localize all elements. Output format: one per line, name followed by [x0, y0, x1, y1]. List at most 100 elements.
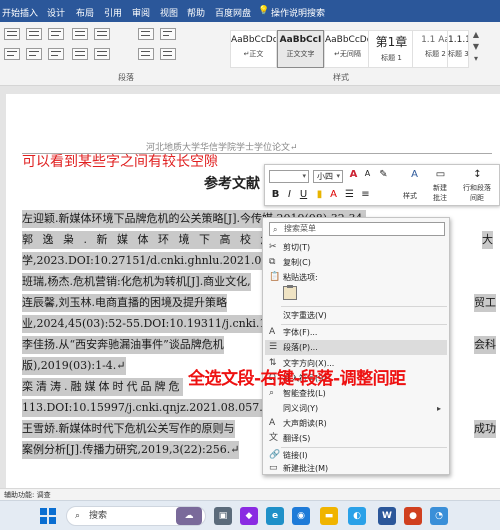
menu-item-read-aloud[interactable]: A 大声朗读(R) — [265, 416, 447, 431]
reference-line[interactable]: 案例分析[J].传播力研究,2019,3(22):256.↵ — [22, 441, 240, 459]
chevron-down-icon[interactable]: ▼ — [470, 42, 482, 54]
style-no-spacing[interactable]: AaBbCcDd ↵无间隔 — [324, 30, 371, 68]
align-left-icon[interactable] — [4, 48, 20, 60]
line-spacing-icon[interactable] — [94, 48, 110, 60]
store-app-icon[interactable]: ◆ — [240, 507, 258, 525]
align-center-icon[interactable] — [26, 48, 42, 60]
menu-item-paragraph[interactable]: ☰ 段落(P)... — [265, 340, 447, 355]
bullets-icon[interactable]: ☰ — [343, 189, 356, 200]
reference-line[interactable]: 学,2023.DOI:10.27151/d.cnki.ghnlu.2021.00… — [22, 252, 300, 270]
taskbar: ⌕ 搜索 ☁ ▣ ◆ e ◉ ▬ ◐ W ● ◔ — [0, 500, 500, 530]
menu-item-font[interactable]: A 字体(F)... — [265, 325, 447, 340]
gallery-more-icon[interactable]: ▾ — [470, 54, 482, 66]
ribbon: 段落 AaBbCcDd ↵正文 AaBbCcI 正文文字 AaBbCcDd ↵无… — [0, 22, 500, 86]
widget-icon[interactable]: ☁ — [176, 507, 202, 525]
scissors-icon: ✂ — [269, 242, 277, 252]
show-marks-icon[interactable] — [160, 28, 176, 40]
annotation-top: 可以看到某些字之间有较长空隙 — [22, 154, 218, 170]
edge-browser-icon[interactable]: e — [266, 507, 284, 525]
borders-icon[interactable] — [160, 48, 176, 60]
shrink-font-icon[interactable]: A — [361, 169, 374, 178]
new-comment-icon[interactable]: ▭ — [434, 169, 447, 180]
reference-line[interactable]: 班瑞,杨杰.危机营销:化危机为转机[J].商业文化, — [22, 273, 251, 291]
multilevel-list-icon[interactable] — [48, 28, 64, 40]
style-sample: AaBbCcDd — [325, 35, 370, 45]
accessibility-status[interactable]: 辅助功能: 调查 — [4, 490, 51, 500]
highlight-icon[interactable]: ▮ — [313, 189, 326, 200]
line-spacing-caption: 行和段落 间距 — [463, 184, 491, 202]
style-name: 标题 1 — [381, 54, 402, 62]
pinned-app-2-icon[interactable]: ◔ — [430, 507, 448, 525]
tab-review[interactable]: 审阅 — [132, 6, 150, 19]
annotation-bottom: 全选文段-右键-段落-调整间距 — [188, 369, 406, 389]
reference-line[interactable]: 业,2024,45(03):52-55.DOI:10.19311/j.cnki.… — [22, 315, 292, 333]
tab-help[interactable]: 帮助 — [187, 6, 205, 19]
align-right-icon[interactable] — [48, 48, 64, 60]
styles-icon[interactable]: A — [408, 169, 421, 180]
task-view-icon[interactable]: ▣ — [214, 507, 232, 525]
font-icon: A — [269, 327, 276, 337]
context-menu-search-input[interactable]: ⌕ 搜索菜单 — [269, 222, 445, 236]
reference-line[interactable]: 113.DOI:10.15997/j.cnki.qnjz.2021.08.057… — [22, 399, 272, 417]
mini-toolbar: ▾ 小四 ▾ A A ✎ B I U ▮ A ☰ ≡ A 样式 ▭ 新建 批注 ↕… — [264, 164, 500, 206]
reference-line[interactable]: 版),2019(03):1-4.↵ — [22, 357, 126, 375]
bullets-icon[interactable] — [4, 28, 20, 40]
paragraph-group-label: 段落 — [118, 73, 134, 82]
style-heading-1[interactable]: 第1章 标题 1 — [368, 30, 415, 68]
menu-item-copy[interactable]: ⧉ 复制(C) — [265, 255, 447, 270]
style-normal[interactable]: AaBbCcDd ↵正文 — [230, 30, 277, 68]
file-explorer-icon[interactable]: ▬ — [320, 507, 338, 525]
reference-line[interactable]: 王雪娇.新媒体时代下危机公关写作的原则与 — [22, 420, 235, 438]
tab-design[interactable]: 设计 — [47, 6, 65, 19]
menu-separator — [281, 306, 447, 307]
tab-layout[interactable]: 布局 — [76, 6, 94, 19]
chat-app-icon[interactable]: ◐ — [348, 507, 366, 525]
font-color-icon[interactable]: A — [327, 189, 340, 200]
decrease-indent-icon[interactable] — [72, 28, 88, 40]
styles-caption: 样式 — [403, 192, 417, 200]
numbering-icon[interactable]: ≡ — [359, 189, 372, 200]
menu-item-reconversion[interactable]: 汉字重选(V) — [265, 308, 447, 323]
reference-title: 参考文献 — [204, 176, 260, 192]
reference-line[interactable]: 连辰馨,刘玉林.电商直播的困境及提升策略 — [22, 294, 227, 312]
numbering-icon[interactable] — [26, 28, 42, 40]
justify-icon[interactable] — [72, 48, 88, 60]
messaging-app-icon[interactable]: ◉ — [292, 507, 310, 525]
style-body-text[interactable]: AaBbCcI 正文文字 — [277, 30, 324, 68]
word-app-icon[interactable]: W — [378, 507, 396, 525]
tab-home[interactable]: 开始 — [2, 6, 20, 19]
reference-line[interactable]: 栾清涛.融媒体时代品牌危 — [22, 378, 183, 396]
grow-font-icon[interactable]: A — [347, 169, 360, 180]
taskbar-search-placeholder: 搜索 — [89, 511, 108, 521]
tab-view[interactable]: 视图 — [160, 6, 178, 19]
windows-start-icon[interactable] — [40, 508, 56, 524]
chevron-up-icon[interactable]: ▲ — [470, 30, 482, 42]
bold-button[interactable]: B — [269, 189, 282, 200]
ribbon-tab-bar: 开始 插入 设计 布局 引用 审阅 视图 帮助 百度网盘 💡 操作说明搜索 — [0, 0, 500, 22]
copy-icon: ⧉ — [269, 257, 276, 267]
pinned-app-icon[interactable]: ● — [404, 507, 422, 525]
line-spacing-icon[interactable]: ↕ — [471, 169, 484, 180]
menu-item-translate[interactable]: 文翻译(S) — [265, 431, 447, 446]
tab-insert[interactable]: 插入 — [20, 6, 38, 19]
menu-item-cut[interactable]: ✂ 剪切(T) — [265, 240, 447, 255]
keep-text-only-paste-icon[interactable] — [283, 285, 297, 300]
italic-button[interactable]: I — [283, 189, 296, 200]
reference-line[interactable]: 郭 逸 枭 . 新 媒 体 环 境 下 高 校 危 — [22, 231, 275, 249]
format-painter-icon[interactable]: ✎ — [377, 169, 390, 180]
shading-icon[interactable] — [138, 48, 154, 60]
font-size-select[interactable]: 小四 ▾ — [313, 170, 343, 183]
font-name-select[interactable]: ▾ — [269, 170, 309, 183]
tab-baidu-netdisk[interactable]: 百度网盘 — [215, 6, 251, 19]
menu-item-new-comment[interactable]: ▭ 新建批注(M) — [265, 461, 447, 476]
menu-item-synonyms[interactable]: 同义词(Y) ▸ — [265, 401, 447, 416]
tell-me-search[interactable]: 操作说明搜索 — [271, 6, 325, 19]
increase-indent-icon[interactable] — [94, 28, 110, 40]
reference-line-overflow: 成功 — [474, 420, 496, 438]
tab-references[interactable]: 引用 — [104, 6, 122, 19]
sort-icon[interactable] — [138, 28, 154, 40]
style-heading-3[interactable]: 1.1.1 标题 3 — [447, 30, 469, 68]
reference-line[interactable]: 李佳扬.从“西安奔驰漏油事件”谈品牌危机 — [22, 336, 224, 354]
context-menu: ⌕ 搜索菜单 ✂ 剪切(T) ⧉ 复制(C) 📋 粘贴选项: 汉字重选(V) A 字体(… — [262, 217, 450, 475]
underline-button[interactable]: U — [297, 189, 310, 200]
